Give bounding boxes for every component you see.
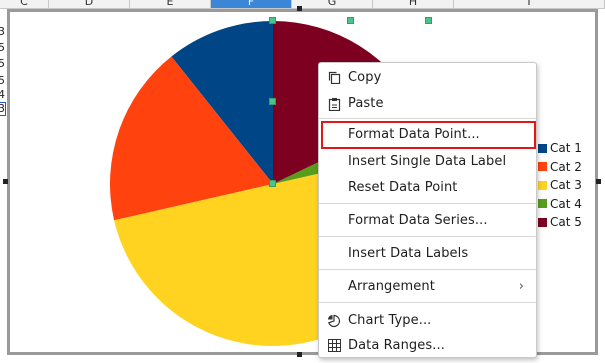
- legend-item: Cat 1: [538, 139, 582, 158]
- legend-item: Cat 2: [538, 158, 582, 177]
- menu-item-reset-data-point[interactable]: Reset Data Point: [319, 175, 536, 200]
- legend-swatch: [538, 162, 547, 172]
- legend-item: Cat 4: [538, 195, 582, 214]
- chart-legend[interactable]: Cat 1 Cat 2 Cat 3 Cat 4 Cat 5: [538, 139, 582, 232]
- paste-icon: [327, 97, 341, 111]
- data-point-handle[interactable]: [269, 17, 276, 24]
- legend-label: Cat 4: [550, 196, 582, 211]
- data-point-handle[interactable]: [347, 17, 354, 24]
- copy-icon: [327, 71, 341, 85]
- menu-separator: [319, 203, 536, 204]
- menu-item-paste[interactable]: Paste: [319, 91, 536, 116]
- menu-separator: [319, 236, 536, 237]
- legend-label: Cat 2: [550, 159, 582, 174]
- menu-item-label: Insert Single Data Label: [348, 154, 507, 169]
- legend-item: Cat 3: [538, 176, 582, 195]
- data-point-handle[interactable]: [269, 180, 276, 187]
- legend-item: Cat 5: [538, 213, 582, 232]
- legend-swatch: [538, 143, 547, 153]
- menu-item-label: Paste: [348, 96, 384, 111]
- legend-swatch: [538, 180, 547, 190]
- data-ranges-icon: [327, 339, 341, 353]
- legend-swatch: [538, 199, 547, 209]
- menu-item-label: Reset Data Point: [348, 180, 458, 195]
- data-point-handle[interactable]: [425, 17, 432, 24]
- menu-item-label: Data Ranges...: [348, 338, 445, 353]
- menu-item-label: Copy: [348, 70, 382, 85]
- menu-item-format-data-point[interactable]: Format Data Point...: [319, 122, 536, 147]
- data-point-handle[interactable]: [269, 98, 276, 105]
- menu-separator: [319, 269, 536, 270]
- legend-label: Cat 3: [550, 178, 582, 193]
- menu-item-label: Chart Type...: [348, 313, 432, 328]
- legend-swatch: [538, 217, 547, 227]
- menu-item-label: Arrangement: [348, 279, 435, 294]
- menu-item-arrangement[interactable]: Arrangement ›: [319, 274, 536, 299]
- menu-separator: [319, 118, 536, 119]
- menu-item-label: Insert Data Labels: [348, 246, 469, 261]
- context-menu: Copy Paste Format Data Point... Insert S…: [318, 62, 537, 358]
- chart-type-icon: [327, 314, 341, 328]
- menu-item-chart-type[interactable]: Chart Type...: [319, 308, 536, 333]
- menu-item-data-ranges[interactable]: Data Ranges...: [319, 333, 536, 358]
- chevron-right-icon: ›: [518, 279, 524, 294]
- menu-item-label: Format Data Series...: [348, 213, 488, 228]
- menu-item-label: Format Data Point...: [348, 127, 480, 142]
- legend-label: Cat 1: [550, 141, 582, 156]
- menu-item-insert-single-data-label[interactable]: Insert Single Data Label: [319, 149, 536, 174]
- menu-item-insert-data-labels[interactable]: Insert Data Labels: [319, 241, 536, 266]
- menu-separator: [319, 302, 536, 303]
- menu-item-copy[interactable]: Copy: [319, 65, 536, 90]
- menu-item-format-data-series[interactable]: Format Data Series...: [319, 208, 536, 233]
- legend-label: Cat 5: [550, 215, 582, 230]
